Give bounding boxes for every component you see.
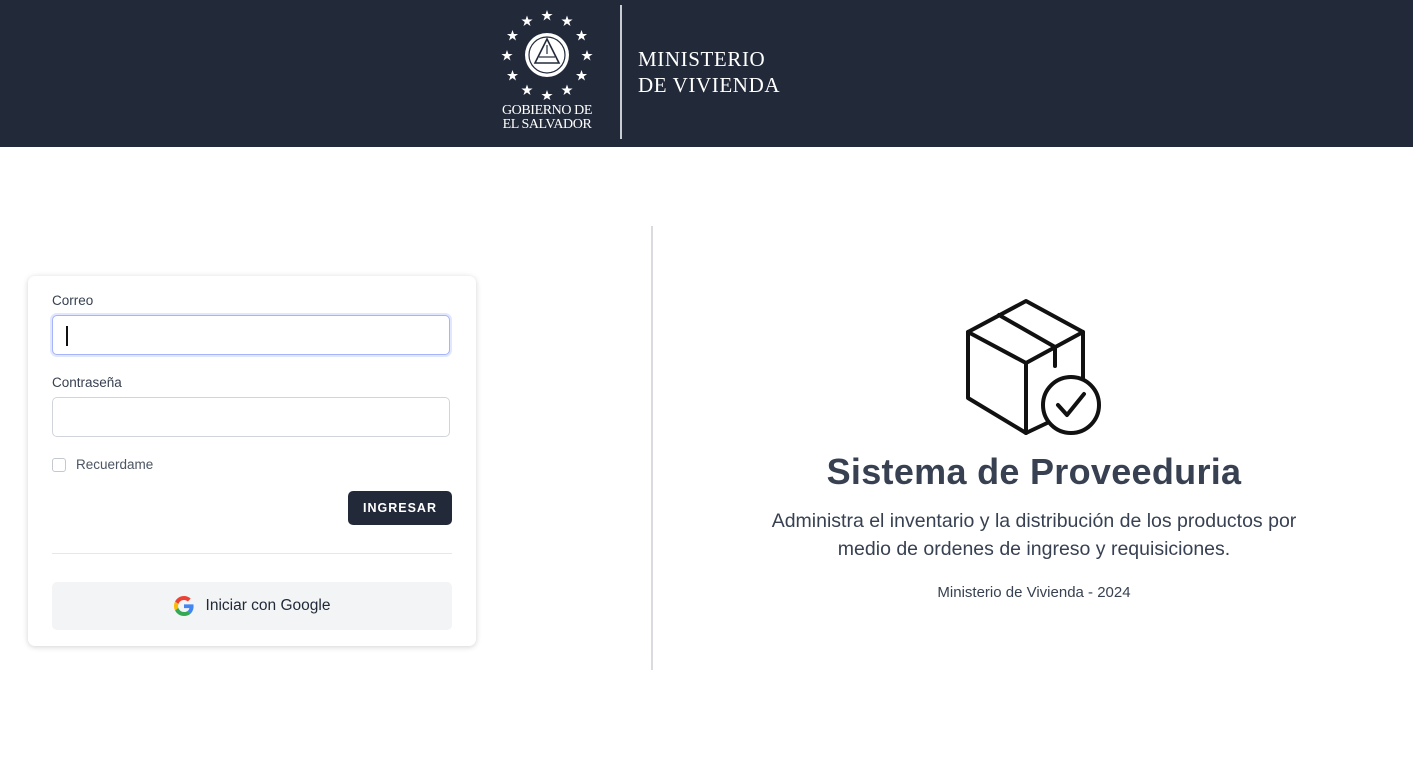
package-check-icon xyxy=(966,299,1101,435)
password-field[interactable] xyxy=(52,397,450,437)
form-divider xyxy=(52,553,452,554)
text-cursor xyxy=(66,326,68,346)
google-login-label: Iniciar con Google xyxy=(205,597,331,614)
login-form: Correo Contraseña Recuerdame INGRESAR In… xyxy=(28,276,476,646)
google-icon xyxy=(173,596,194,616)
hero-footer: Ministerio de Vivienda - 2024 xyxy=(937,584,1131,601)
section-divider xyxy=(651,226,653,670)
hero-description-line-1: Administra el inventario y la distribuci… xyxy=(771,510,1297,532)
login-button[interactable]: INGRESAR xyxy=(348,491,452,525)
google-login-button[interactable]: Iniciar con Google xyxy=(52,582,452,630)
hero-title: Sistema de Proveeduria xyxy=(826,451,1242,492)
header-divider xyxy=(620,5,622,139)
hero-description: Administra el inventario y la distribuci… xyxy=(700,507,1368,563)
ministry-line-1: MINISTERIO xyxy=(638,47,766,71)
hero-description-line-2: medio de ordenes de ingreso y requisicio… xyxy=(837,538,1231,560)
government-logo: GOBIERNO DE EL SALVADOR xyxy=(492,8,602,138)
gov-line-2: EL SALVADOR xyxy=(502,117,592,132)
ministry-name: MINISTERIO DE VIVIENDA xyxy=(638,46,780,98)
password-label: Contraseña xyxy=(52,375,122,390)
ministry-line-2: DE VIVIENDA xyxy=(638,73,781,97)
top-header: GOBIERNO DE EL SALVADOR MINISTERIO DE VI… xyxy=(0,0,1413,147)
gov-line-1: GOBIERNO DE xyxy=(501,103,593,118)
email-label: Correo xyxy=(52,293,94,308)
remember-checkbox[interactable] xyxy=(52,458,66,472)
remember-label[interactable]: Recuerdame xyxy=(76,457,153,472)
government-name: GOBIERNO DE EL SALVADOR xyxy=(492,104,602,132)
email-field[interactable] xyxy=(52,315,450,355)
el-salvador-seal-icon xyxy=(501,10,593,100)
